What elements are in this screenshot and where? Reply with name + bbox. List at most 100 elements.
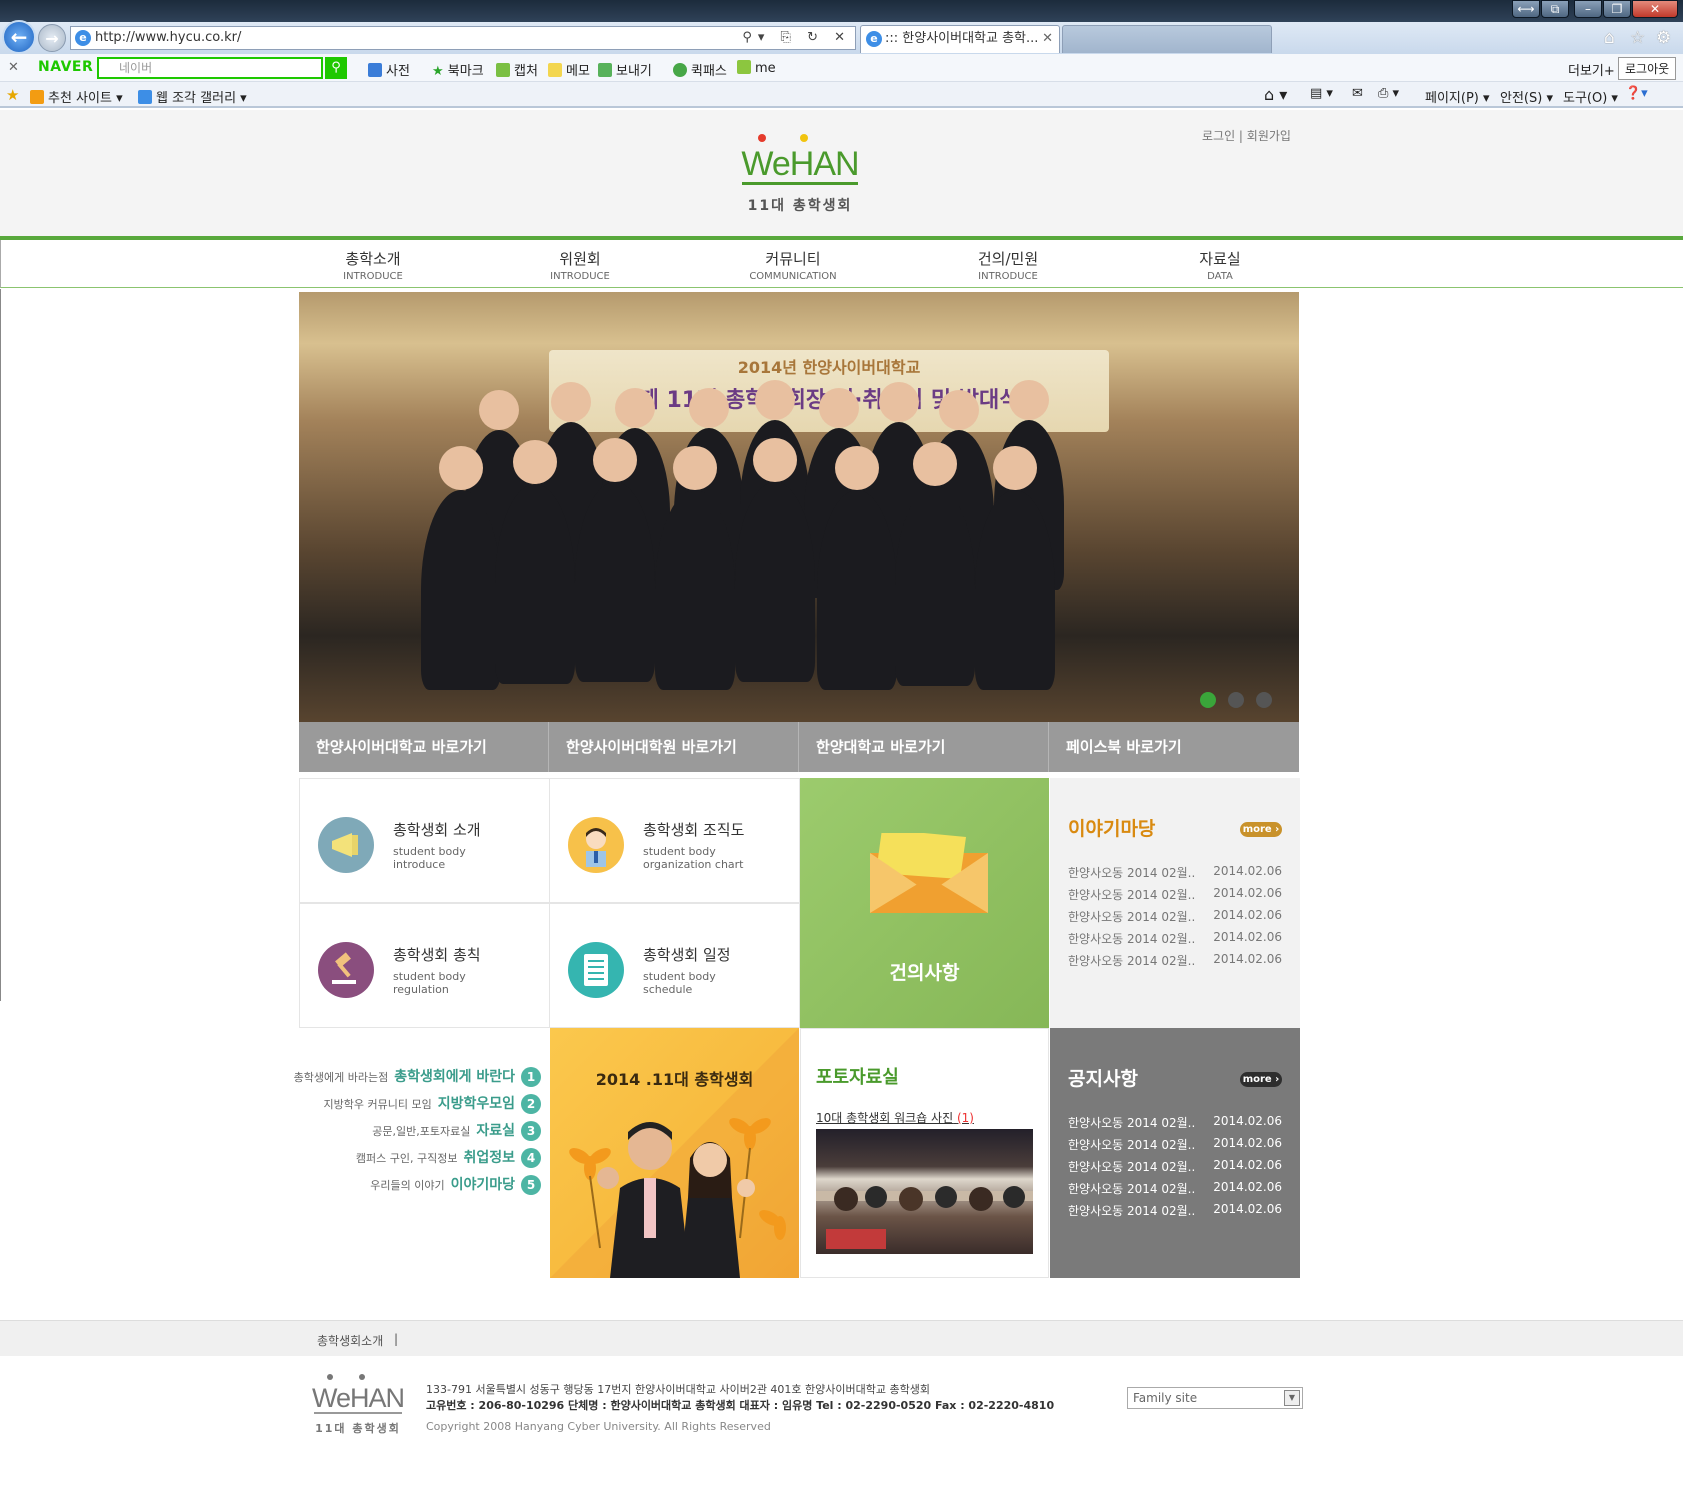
promo-banner[interactable]: 2014 .11대 총학생회 bbox=[550, 1028, 799, 1278]
person-silhouette bbox=[495, 484, 575, 684]
footer-info: 133-791 서울특별시 성동구 행당동 17번지 한양사이버대학교 사이버2… bbox=[426, 1382, 1054, 1435]
person-face bbox=[879, 382, 919, 422]
footer-logo-name: WeHAN bbox=[312, 1383, 405, 1413]
nav-label: 위원회 bbox=[559, 250, 601, 268]
nav-item-community[interactable]: 커뮤니티 COMMUNICATION bbox=[713, 248, 873, 282]
hycu-graduate-link[interactable]: 한양사이버대학원 바로가기 bbox=[549, 722, 799, 772]
logo-dots bbox=[738, 134, 862, 146]
nav-item-introduce[interactable]: 총학소개 INTRODUCE bbox=[293, 248, 453, 282]
mail-icon[interactable]: ✉ bbox=[1352, 86, 1363, 101]
notice-more-button[interactable]: more › bbox=[1240, 1072, 1282, 1087]
back-button[interactable]: ← bbox=[2, 20, 36, 54]
home-icon[interactable]: ⌂ bbox=[1604, 28, 1615, 48]
page-left-edge bbox=[0, 289, 1, 1001]
list-item-title: 한양사오동 2014 02월.. bbox=[1068, 1116, 1196, 1130]
dictionary-button[interactable]: 사전 bbox=[368, 60, 410, 79]
shortcut-number: 1 bbox=[521, 1067, 541, 1087]
recommended-sites-link[interactable]: 추천 사이트 ▾ bbox=[30, 87, 123, 106]
nav-item-committee[interactable]: 위원회 INTRODUCE bbox=[500, 248, 660, 282]
nav-item-data[interactable]: 자료실 DATA bbox=[1140, 248, 1300, 282]
minimize-button[interactable]: – bbox=[1574, 0, 1602, 18]
footer-link-about[interactable]: 총학생회소개 bbox=[317, 1332, 383, 1349]
naver-toolbar: ✕ NAVER 네이버 ⚲ 사전 ★ 북마크 캡처 메모 보내기 퀵패스 me … bbox=[0, 54, 1683, 82]
list-item-date: 2014.02.06 bbox=[1213, 952, 1282, 966]
list-item-date: 2014.02.06 bbox=[1213, 930, 1282, 944]
forward-button[interactable]: → bbox=[38, 24, 66, 52]
more-button[interactable]: 더보기+ bbox=[1568, 60, 1615, 79]
person-silhouette bbox=[817, 490, 897, 690]
photo-thumbnail[interactable] bbox=[816, 1129, 1033, 1254]
shortcut-item[interactable]: 총학생에게 바라는점 총학생회에게 바란다 1 bbox=[294, 1066, 541, 1087]
ie-icon bbox=[138, 90, 152, 104]
window-extra-button[interactable]: ⟷ bbox=[1512, 0, 1540, 18]
settings-gear-icon[interactable]: ⚙ bbox=[1656, 28, 1671, 48]
logout-button[interactable]: 로그아웃 bbox=[1618, 57, 1677, 80]
favorites-add-icon[interactable]: ★ bbox=[6, 86, 19, 104]
hero-slideshow[interactable]: 2014년 한양사이버대학교 제 11대 총학생회장 이·취임식 및 발대식 bbox=[299, 292, 1299, 722]
card-regulation[interactable]: 총학생회 총칙 student body regulation bbox=[299, 903, 550, 1028]
facebook-link[interactable]: 페이스북 바로가기 bbox=[1049, 722, 1299, 772]
card-introduce[interactable]: 총학생회 소개 student body introduce bbox=[299, 778, 550, 903]
slide-dot[interactable] bbox=[1256, 692, 1272, 708]
family-site-value: Family site bbox=[1133, 1391, 1198, 1405]
print-icon[interactable]: ⎙ ▾ bbox=[1378, 86, 1399, 101]
browser-tab-inactive[interactable] bbox=[1062, 25, 1272, 53]
hanyang-univ-link[interactable]: 한양대학교 바로가기 bbox=[799, 722, 1049, 772]
address-tools-icon[interactable]: ⚲▾ ⎘ ↻ ✕ bbox=[742, 27, 851, 49]
quickpass-button[interactable]: 퀵패스 bbox=[673, 60, 727, 79]
nav-sublabel: INTRODUCE bbox=[978, 271, 1038, 282]
slide-dot[interactable] bbox=[1228, 692, 1244, 708]
page-menu[interactable]: 페이지(P) ▾ bbox=[1425, 87, 1490, 106]
footer-logo-dot bbox=[327, 1374, 333, 1380]
nav-item-suggestion[interactable]: 건의/민원 INTRODUCE bbox=[928, 248, 1088, 282]
chevron-down-icon[interactable]: ▼ bbox=[1284, 1390, 1300, 1406]
tools-menu[interactable]: 도구(O) ▾ bbox=[1563, 87, 1618, 106]
quick-links-bar: 한양사이버대학교 바로가기 한양사이버대학원 바로가기 한양대학교 바로가기 페… bbox=[299, 722, 1299, 772]
me-button[interactable]: me bbox=[737, 60, 776, 76]
ie-icon: e bbox=[75, 30, 91, 46]
naver-logo[interactable]: NAVER bbox=[38, 59, 93, 75]
capture-button[interactable]: 캡처 bbox=[496, 60, 538, 79]
window-extra2-button[interactable]: ⧉ bbox=[1541, 0, 1569, 18]
story-more-button[interactable]: more › bbox=[1240, 822, 1282, 837]
card-schedule[interactable]: 총학생회 일정 student body schedule bbox=[549, 903, 800, 1028]
address-bar[interactable]: e http://www.hycu.co.kr/ ⚲▾ ⎘ ↻ ✕ bbox=[70, 26, 856, 50]
bookmark-button[interactable]: ★ 북마크 bbox=[432, 60, 484, 79]
card-title: 총학생회 총칙 bbox=[393, 946, 481, 964]
story-board: 이야기마당 more › 한양사오동 2014 02월.. 2014.02.06 한… bbox=[1050, 778, 1300, 1028]
list-item-title: 한양사오동 2014 02월.. bbox=[1068, 910, 1196, 924]
card-organization[interactable]: 총학생회 조직도 student body organization chart bbox=[549, 778, 800, 903]
maximize-button[interactable]: ❐ bbox=[1603, 0, 1631, 18]
suggestion-tile[interactable]: 건의사항 bbox=[800, 778, 1049, 1028]
card-en-1: student body bbox=[643, 970, 716, 983]
favorites-star-icon[interactable]: ☆ bbox=[1630, 28, 1645, 48]
list-item-date: 2014.02.06 bbox=[1213, 1180, 1282, 1194]
ie-icon: e bbox=[866, 31, 882, 47]
memo-button[interactable]: 메모 bbox=[548, 60, 590, 79]
family-site-select[interactable]: Family site ▼ bbox=[1127, 1387, 1303, 1409]
naver-search-input[interactable]: 네이버 bbox=[97, 57, 323, 79]
shortcut-item[interactable]: 우리들의 이야기 이야기마당 5 bbox=[370, 1174, 541, 1195]
web-slice-gallery-link[interactable]: 웹 조각 갤러리 ▾ bbox=[138, 87, 247, 106]
home-icon[interactable]: ⌂ ▾ bbox=[1264, 85, 1287, 104]
shortcut-item[interactable]: 공문,일반,포토자료실 자료실 3 bbox=[372, 1120, 541, 1141]
tab-close-icon[interactable]: ✕ bbox=[1042, 26, 1053, 52]
shortcut-item[interactable]: 캠퍼스 구인, 구직정보 취업정보 4 bbox=[356, 1147, 541, 1168]
slide-dot-active[interactable] bbox=[1200, 692, 1216, 708]
search-icon[interactable]: ⚲ bbox=[325, 57, 347, 79]
rss-icon[interactable]: ▤ ▾ bbox=[1310, 86, 1333, 101]
photo-caption-link[interactable]: 10대 총학생회 워크숍 사진 (1) bbox=[816, 1109, 974, 1126]
hycu-link[interactable]: 한양사이버대학교 바로가기 bbox=[299, 722, 549, 772]
help-icon[interactable]: ❓▾ bbox=[1625, 86, 1648, 101]
login-join-links[interactable]: 로그인 | 회원가입 bbox=[1202, 127, 1291, 144]
person-face bbox=[513, 440, 557, 484]
send-button[interactable]: 보내기 bbox=[598, 60, 652, 79]
shortcut-desc: 총학생에게 바라는점 bbox=[293, 1071, 389, 1084]
safety-menu[interactable]: 안전(S) ▾ bbox=[1500, 87, 1553, 106]
logo-dot-yellow bbox=[800, 134, 808, 142]
toolbar-close-icon[interactable]: ✕ bbox=[8, 60, 19, 75]
browser-tab-active[interactable]: e ::: 한양사이버대학교 총학... ✕ bbox=[860, 25, 1060, 53]
shortcut-item[interactable]: 지방학우 커뮤니티 모임 지방학우모임 2 bbox=[324, 1093, 541, 1114]
site-logo[interactable]: WeHAN 11대 총학생회 bbox=[738, 134, 862, 215]
close-window-button[interactable]: ✕ bbox=[1632, 0, 1678, 18]
